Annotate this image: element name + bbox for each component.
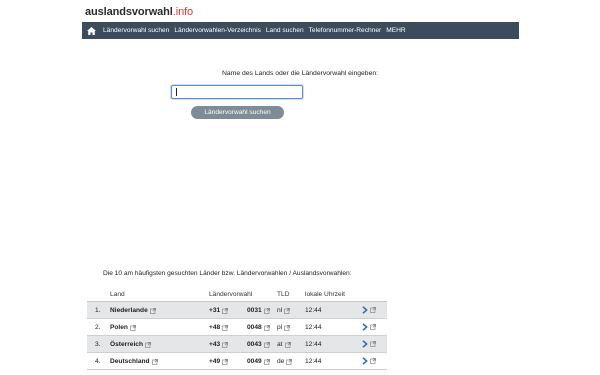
table-row[interactable]: 3. Österreich +43 0043 at 12:44 [87, 336, 387, 353]
logo-name: auslandsvorwahl [85, 6, 173, 18]
nav-item-mehr[interactable]: MEHR [386, 27, 405, 34]
nav-item-telefonnummer-rechner[interactable]: Telefonnummer-Rechner [309, 27, 382, 34]
row-detail-link[interactable] [362, 340, 376, 348]
row-rank: 4. [95, 358, 101, 365]
external-link-icon [130, 324, 136, 331]
top10-table: Land Ländervorwahl TLD lokale Uhrzeit 1.… [87, 288, 387, 370]
country-link[interactable]: Österreich [110, 341, 151, 348]
home-icon[interactable] [84, 22, 98, 39]
tld-link[interactable]: de [277, 358, 293, 365]
row-rank: 3. [95, 341, 101, 348]
row-detail-link[interactable] [362, 357, 376, 365]
chevron-right-icon [362, 306, 368, 314]
external-link-icon [370, 324, 376, 330]
table-row[interactable]: 2. Polen +48 0048 pl 12:44 [87, 319, 387, 336]
row-detail-link[interactable] [362, 323, 376, 331]
external-link-icon [151, 358, 158, 365]
country-link[interactable]: Polen [110, 324, 136, 331]
site-logo[interactable]: auslandsvorwahl.info [85, 6, 193, 18]
column-header-laendervorwahl: Ländervorwahl [209, 291, 253, 298]
row-rank: 2. [95, 324, 101, 331]
table-row[interactable]: 1. Niederlande +31 0031 nl 12:44 [87, 302, 387, 319]
column-header-tld: TLD [277, 291, 290, 298]
chevron-right-icon [362, 340, 368, 348]
country-code-link[interactable]: +43 [209, 341, 229, 348]
tld-link[interactable]: at [277, 341, 291, 348]
search-label: Name des Lands oder die Ländervorwahl ei… [221, 70, 379, 77]
local-time: 12:44 [305, 358, 322, 365]
tld-link[interactable]: pl [277, 324, 291, 331]
external-link-icon [370, 307, 376, 313]
external-link-icon [370, 341, 376, 347]
intl-prefix-link[interactable]: 0048 [247, 324, 270, 331]
column-header-uhrzeit: lokale Uhrzeit [305, 291, 345, 298]
text-cursor [176, 88, 177, 96]
table-row[interactable]: 4. Deutschland +49 0049 de 12:44 [87, 353, 387, 370]
external-link-icon [145, 341, 151, 348]
column-header-land: Land [110, 291, 125, 298]
nav-item-verzeichnis[interactable]: Ländervorwahlen-Verzeichnis [174, 27, 261, 34]
external-link-icon [370, 358, 376, 364]
nav-item-laendervorwahl-suchen[interactable]: Ländervorwahl suchen [103, 27, 169, 34]
main-navbar: Ländervorwahl suchen Ländervorwahlen-Ver… [82, 22, 519, 39]
tld-link[interactable]: nl [277, 307, 291, 314]
search-button[interactable]: Ländervorwahl suchen [191, 106, 284, 119]
external-link-icon [149, 307, 156, 314]
country-code-link[interactable]: +49 [209, 358, 229, 365]
table-header: Land Ländervorwahl TLD lokale Uhrzeit [87, 288, 387, 302]
intl-prefix-link[interactable]: 0031 [247, 307, 270, 314]
country-link[interactable]: Niederlande [110, 307, 156, 314]
local-time: 12:44 [305, 341, 322, 348]
country-code-link[interactable]: +48 [209, 324, 229, 331]
top10-heading: Die 10 am häufigsten gesuchten Länder bz… [103, 270, 352, 277]
intl-prefix-link[interactable]: 0049 [247, 358, 270, 365]
country-link[interactable]: Deutschland [110, 358, 158, 365]
row-rank: 1. [95, 307, 101, 314]
search-input[interactable] [171, 85, 303, 99]
intl-prefix-link[interactable]: 0043 [247, 341, 270, 348]
chevron-right-icon [362, 357, 368, 365]
local-time: 12:44 [305, 307, 322, 314]
row-detail-link[interactable] [362, 306, 376, 314]
chevron-right-icon [362, 323, 368, 331]
logo-tld: .info [172, 6, 194, 18]
local-time: 12:44 [305, 324, 322, 331]
country-code-link[interactable]: +31 [209, 307, 229, 314]
nav-item-land-suchen[interactable]: Land suchen [266, 27, 304, 34]
